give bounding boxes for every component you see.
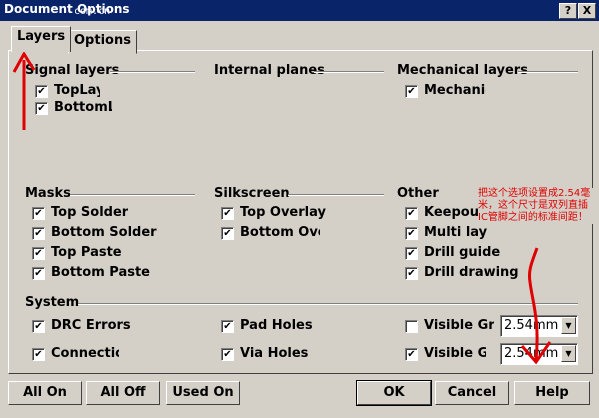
tab-layers[interactable]: Layers [11,26,72,52]
cancel-button[interactable]: Cancel [435,381,509,405]
arrow-to-grid-dropdown [520,247,552,365]
used-on-button[interactable]: Used On [166,381,240,405]
all-on-button[interactable]: All On [8,381,82,405]
ok-button[interactable]: OK [356,380,432,406]
help-button[interactable]: Help [514,381,590,405]
all-off-button[interactable]: All Off [86,381,160,405]
annotation-arrows [12,51,552,365]
arrow-to-layers-tab [12,51,36,130]
